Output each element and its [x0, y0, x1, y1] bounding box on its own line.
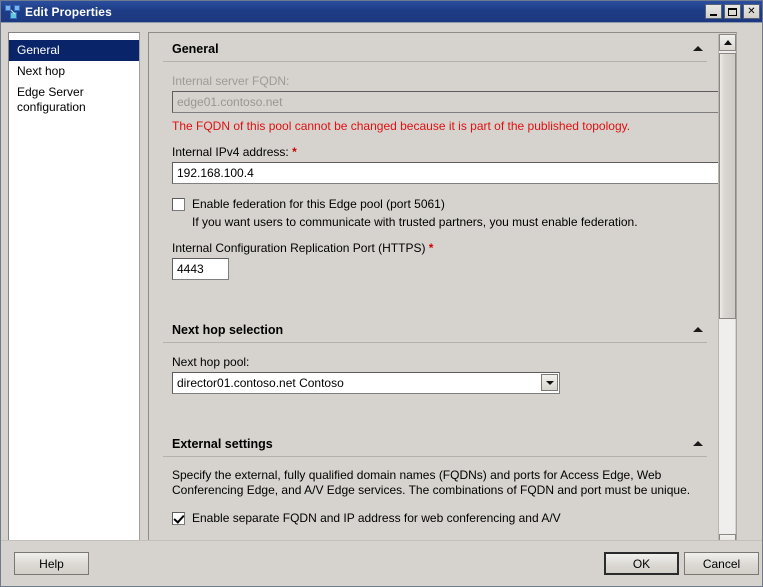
maximize-icon [728, 7, 737, 16]
external-settings-description: Specify the external, fully qualified do… [172, 468, 691, 497]
window-controls: ✕ [705, 4, 762, 19]
settings-scroll-pane: General Internal server FQDN: edge01.con… [148, 32, 737, 551]
section-header-next-hop[interactable]: Next hop selection [163, 323, 707, 343]
next-hop-pool-select[interactable]: director01.contoso.net Contoso [172, 372, 560, 394]
internal-server-fqdn-label: Internal server FQDN: [172, 74, 290, 88]
section-header-external-settings[interactable]: External settings [163, 437, 707, 457]
section-title-next-hop: Next hop selection [172, 323, 284, 337]
sidebar-item-general[interactable]: General [9, 40, 139, 61]
scroll-up-button[interactable] [719, 34, 736, 51]
maximize-button[interactable] [724, 4, 741, 19]
replication-port-input[interactable]: 4443 [172, 258, 229, 280]
close-button[interactable]: ✕ [743, 4, 760, 19]
vertical-scrollbar[interactable] [718, 34, 736, 550]
triangle-up-icon [723, 40, 732, 45]
internal-ipv4-label: Internal IPv4 address: * [172, 145, 707, 159]
dialog-body: General Next hop Edge Server configurati… [1, 23, 762, 568]
dialog-footer: Help OK Cancel [1, 540, 762, 586]
cancel-button[interactable]: Cancel [684, 552, 759, 575]
sidebar-item-edge-server-configuration[interactable]: Edge Server configuration [9, 82, 139, 118]
settings-content: General Internal server FQDN: edge01.con… [149, 33, 724, 547]
separate-fqdn-checkbox[interactable] [172, 512, 185, 525]
help-button[interactable]: Help [14, 552, 89, 575]
section-title-external-settings: External settings [172, 437, 273, 451]
close-icon: ✕ [747, 5, 756, 17]
navigation-list: General Next hop Edge Server configurati… [8, 32, 140, 568]
separate-fqdn-row[interactable]: Enable separate FQDN and IP address for … [172, 511, 707, 525]
sidebar-item-label: Edge Server configuration [17, 85, 86, 114]
chevron-up-icon[interactable] [693, 327, 703, 332]
sidebar-item-next-hop[interactable]: Next hop [9, 61, 139, 82]
enable-federation-checkbox[interactable] [172, 198, 185, 211]
sidebar-item-label: Next hop [17, 64, 66, 78]
next-hop-pool-value: director01.contoso.net Contoso [172, 372, 560, 394]
fqdn-error-message: The FQDN of this pool cannot be changed … [172, 119, 631, 133]
replication-port-label-text: Internal Configuration Replication Port … [172, 241, 426, 255]
internal-ipv4-input[interactable]: 192.168.100.4 [172, 162, 724, 184]
edit-properties-dialog: Edit Properties ✕ General Next hop Edge … [0, 0, 763, 587]
enable-federation-row[interactable]: Enable federation for this Edge pool (po… [172, 197, 707, 211]
section-title-general: General [172, 42, 219, 56]
sidebar-item-label: General [17, 43, 60, 57]
separate-fqdn-label: Enable separate FQDN and IP address for … [192, 511, 561, 525]
window-title: Edit Properties [25, 4, 112, 19]
minimize-button[interactable] [705, 4, 722, 19]
lync-topology-icon [5, 4, 21, 20]
internal-server-fqdn-field: Internal server FQDN: edge01.contoso.net… [163, 74, 724, 133]
replication-port-field: Internal Configuration Replication Port … [163, 241, 707, 280]
replication-port-label: Internal Configuration Replication Port … [172, 241, 707, 255]
federation-help-text: If you want users to communicate with tr… [192, 215, 638, 229]
chevron-up-icon[interactable] [693, 46, 703, 51]
chevron-up-icon[interactable] [693, 441, 703, 446]
enable-federation-label: Enable federation for this Edge pool (po… [192, 197, 445, 211]
chevron-down-icon[interactable] [541, 374, 558, 391]
internal-ipv4-field: Internal IPv4 address: * 192.168.100.4 [163, 145, 724, 184]
title-bar[interactable]: Edit Properties ✕ [1, 1, 762, 23]
internal-server-fqdn-input: edge01.contoso.net [172, 91, 724, 113]
scrollbar-thumb[interactable] [719, 53, 736, 319]
next-hop-pool-field: Next hop pool: director01.contoso.net Co… [163, 355, 707, 394]
internal-ipv4-label-text: Internal IPv4 address: [172, 145, 289, 159]
required-asterisk: * [292, 145, 297, 159]
federation-option: Enable federation for this Edge pool (po… [163, 197, 707, 229]
separate-fqdn-option: Enable separate FQDN and IP address for … [163, 511, 707, 525]
next-hop-pool-label: Next hop pool: [172, 355, 250, 369]
required-asterisk: * [428, 241, 434, 255]
minimize-icon [710, 13, 717, 16]
section-header-general[interactable]: General [163, 42, 707, 62]
ok-button[interactable]: OK [604, 552, 679, 575]
